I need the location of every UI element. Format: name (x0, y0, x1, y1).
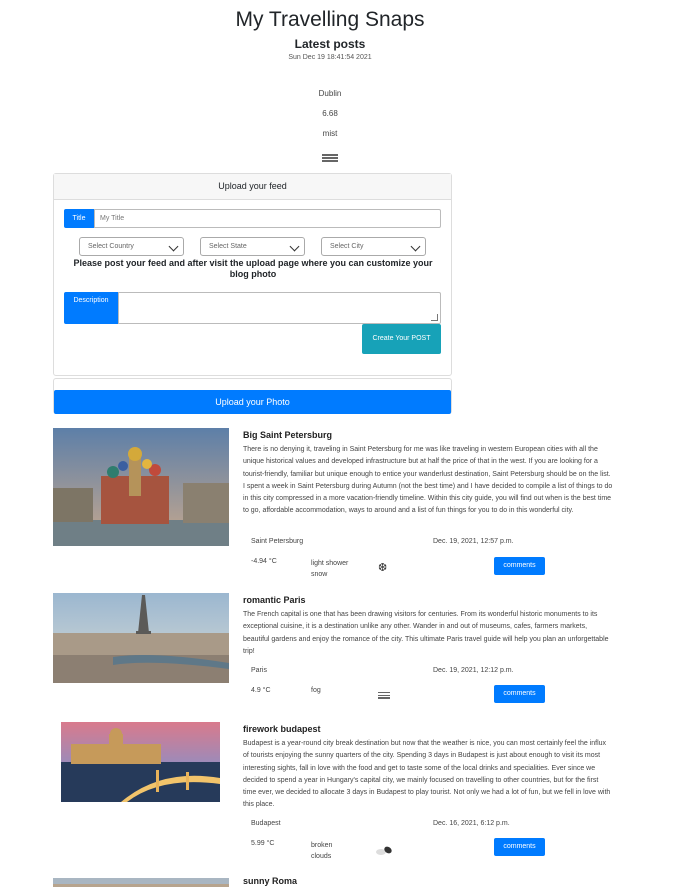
post-image (53, 876, 229, 887)
upload-form-header: Upload your feed (54, 174, 451, 200)
post-date: Dec. 19, 2021, 12:57 p.m. (433, 538, 514, 545)
weather-city: Dublin (318, 89, 342, 98)
fog-icon (322, 154, 338, 164)
post-city: Budapest (251, 820, 281, 827)
section-title: Latest posts (294, 37, 366, 51)
weather-description: mist (322, 129, 338, 138)
create-post-button[interactable]: Create Your POST (362, 324, 441, 354)
city-select-label: Select City (330, 243, 364, 250)
upload-note: Please post your feed and after visit th… (73, 258, 433, 279)
title-input[interactable]: My Title (94, 209, 441, 228)
comments-button[interactable]: comments (494, 685, 545, 703)
description-input[interactable] (118, 292, 441, 324)
post-title[interactable]: sunny Roma (243, 876, 297, 886)
resize-handle-icon[interactable] (431, 314, 438, 321)
post-title[interactable]: Big Saint Petersburg (243, 430, 332, 440)
post-title[interactable]: firework budapest (243, 724, 321, 734)
comments-button[interactable]: comments (494, 838, 545, 856)
post-weather: fog (311, 687, 321, 694)
description-label: Description (64, 292, 118, 324)
post-city: Saint Petersburg (251, 538, 304, 545)
comments-button[interactable]: comments (494, 557, 545, 575)
chevron-down-icon (168, 241, 179, 252)
snowflake-icon: ❆ (378, 562, 388, 574)
post-temperature: 4.9 °C (251, 687, 271, 694)
current-datetime: Sun Dec 19 18:41:54 2021 (288, 54, 372, 61)
city-select[interactable]: Select City (321, 237, 426, 256)
weather-temperature: 6.68 (322, 109, 338, 118)
fog-icon (378, 692, 390, 700)
broken-clouds-icon (376, 842, 394, 861)
chevron-down-icon (410, 241, 421, 252)
post-image (53, 593, 229, 683)
post-image (61, 722, 220, 802)
post-body: The French capital is one that has been … (243, 611, 609, 655)
title-label: Title (64, 209, 94, 228)
post-date: Dec. 16, 2021, 6:12 p.m. (433, 820, 510, 827)
post-temperature: 5.99 °C (251, 840, 275, 847)
upload-photo-button[interactable]: Upload your Photo (54, 390, 451, 414)
post-weather: light shower snow (311, 560, 349, 578)
post-weather: broken clouds (311, 842, 333, 860)
site-title: My Travelling Snaps (235, 8, 425, 31)
post-temperature: -4.94 °C (251, 558, 277, 565)
post-city: Paris (251, 667, 267, 674)
country-select[interactable]: Select Country (79, 237, 184, 256)
post-body: There is no denying it, traveling in Sai… (243, 446, 613, 515)
post-body: Budapest is a year-round city break dest… (243, 740, 611, 809)
post-title[interactable]: romantic Paris (243, 595, 306, 605)
chevron-down-icon (289, 241, 300, 252)
state-select[interactable]: Select State (200, 237, 305, 256)
country-select-label: Select Country (88, 243, 134, 250)
post-date: Dec. 19, 2021, 12:12 p.m. (433, 667, 514, 674)
post-image (53, 428, 229, 546)
state-select-label: Select State (209, 243, 247, 250)
